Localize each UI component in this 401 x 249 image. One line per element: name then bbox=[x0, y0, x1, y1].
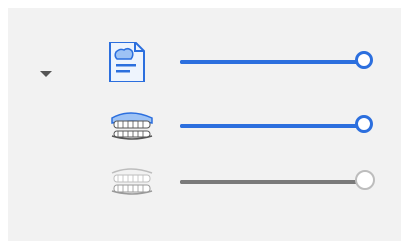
slider-fill bbox=[180, 60, 366, 64]
slider-fill bbox=[180, 124, 366, 128]
layer-row-upper-jaw bbox=[8, 110, 401, 150]
layer-row-scan bbox=[8, 41, 401, 83]
opacity-slider-lower-jaw[interactable] bbox=[180, 169, 375, 195]
slider-thumb[interactable] bbox=[355, 170, 375, 190]
slider-fill bbox=[180, 180, 366, 184]
opacity-slider-scan[interactable] bbox=[180, 49, 373, 75]
opacity-slider-upper-jaw[interactable] bbox=[180, 113, 373, 139]
scan-document-icon[interactable] bbox=[108, 41, 156, 83]
visibility-panel bbox=[8, 8, 401, 241]
slider-thumb[interactable] bbox=[355, 51, 373, 69]
upper-jaw-teeth-icon[interactable] bbox=[108, 110, 156, 150]
layer-row-lower-jaw bbox=[8, 165, 401, 205]
lower-jaw-teeth-icon[interactable] bbox=[108, 165, 156, 205]
slider-thumb[interactable] bbox=[355, 115, 373, 133]
